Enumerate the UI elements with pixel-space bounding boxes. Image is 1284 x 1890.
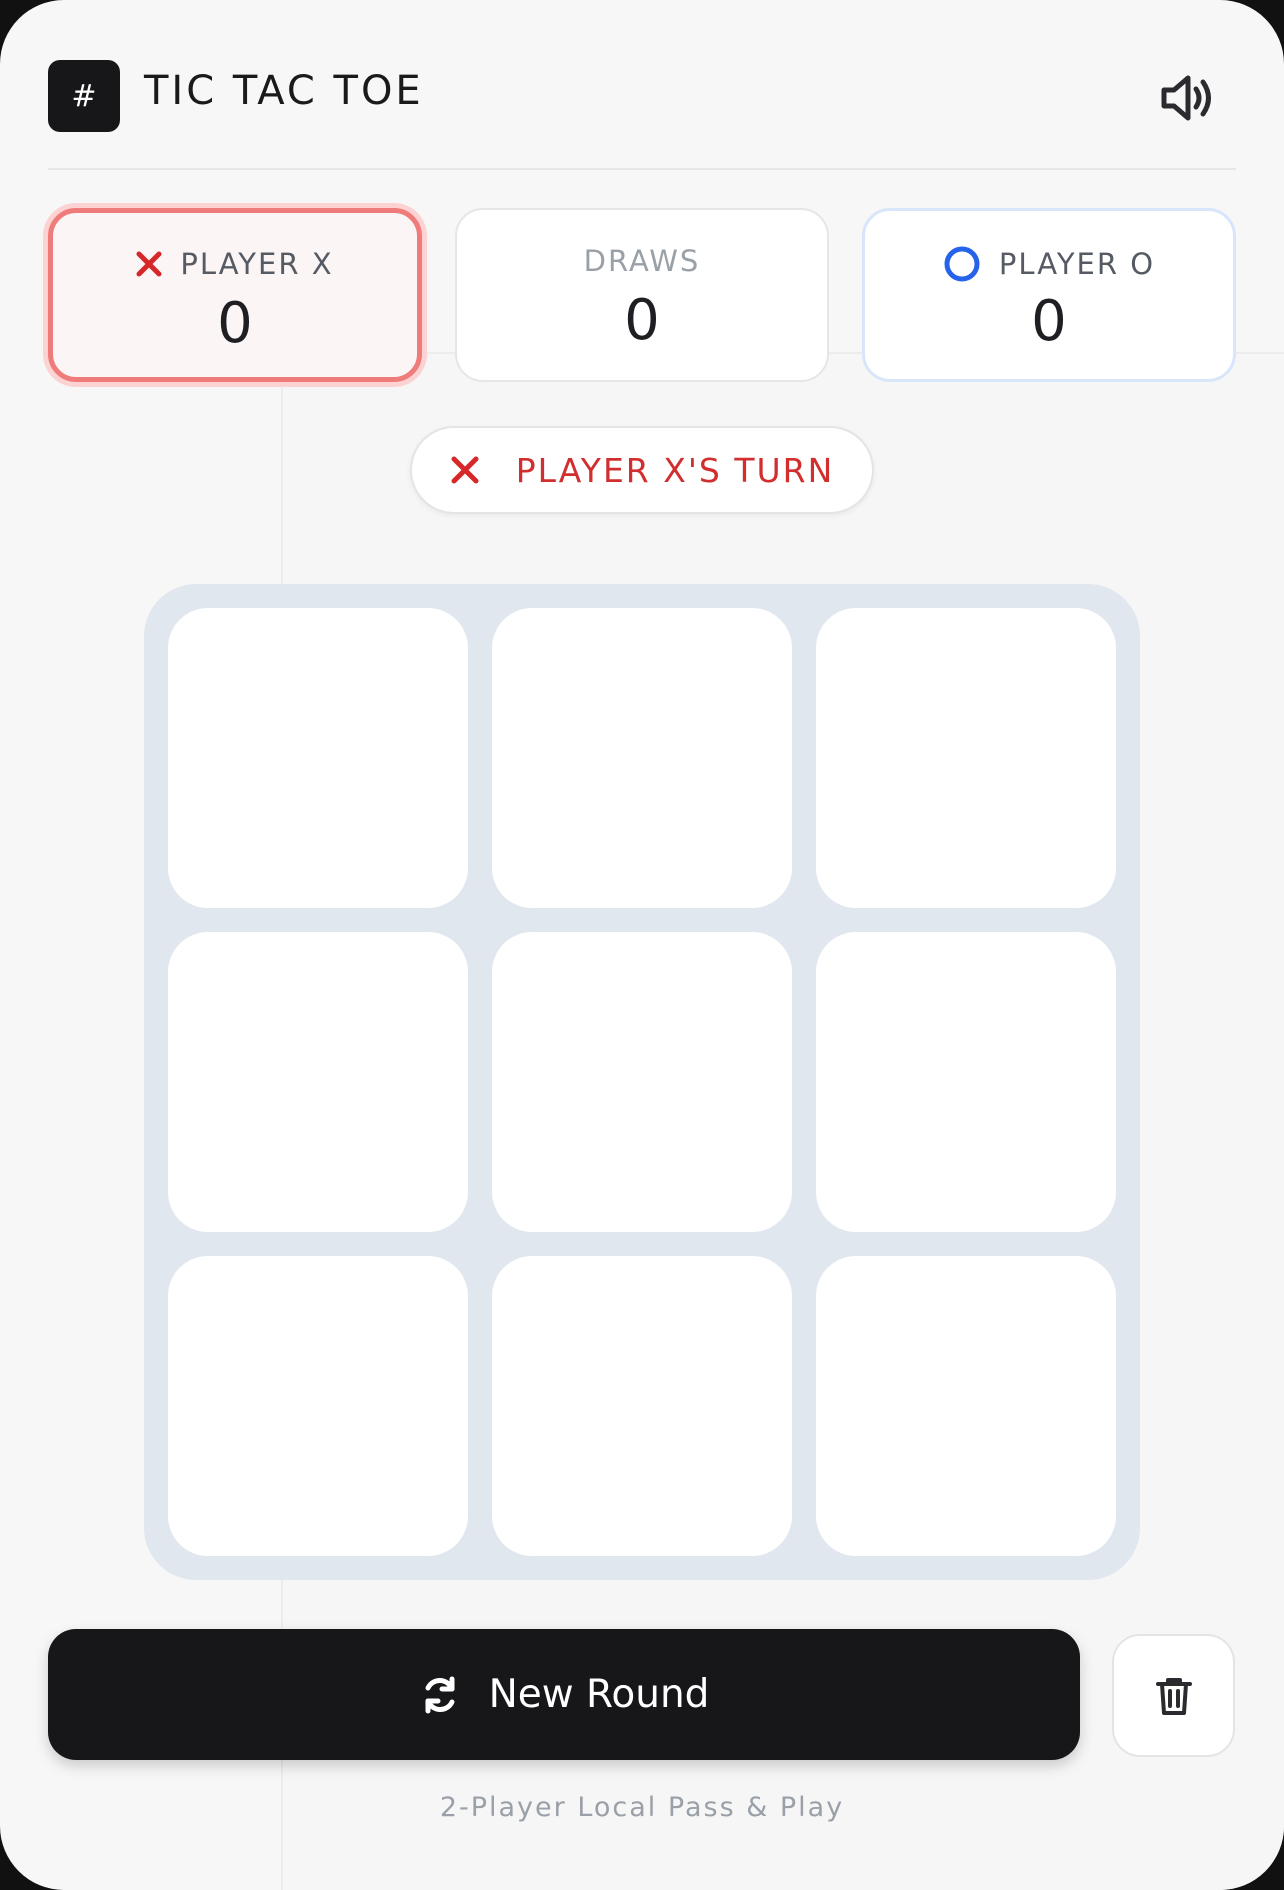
score-label-row: DRAWS xyxy=(457,244,827,278)
o-ring-icon xyxy=(944,246,980,282)
board-cell-4[interactable] xyxy=(168,932,468,1232)
draws-score: 0 xyxy=(624,288,660,353)
scoreboard: PLAYER X 0 DRAWS 0 PLAYER O 0 xyxy=(48,208,1236,384)
app-card: # TIC TAC TOE PLAYER X 0 DRAWS 0 PLAYER … xyxy=(0,0,1284,1890)
x-mark-icon xyxy=(451,456,479,484)
score-label-row: PLAYER O xyxy=(865,245,1233,283)
speaker-volume-icon xyxy=(1161,75,1211,121)
board-cell-7[interactable] xyxy=(168,1256,468,1556)
score-card-player-x: PLAYER X 0 xyxy=(48,208,422,382)
player-x-label: PLAYER X xyxy=(180,247,334,281)
board-cell-5[interactable] xyxy=(492,932,792,1232)
sound-toggle-button[interactable] xyxy=(1154,66,1218,130)
board-cell-3[interactable] xyxy=(816,608,1116,908)
refresh-icon xyxy=(425,1676,455,1713)
score-label-row: PLAYER X xyxy=(53,247,417,281)
board-cell-6[interactable] xyxy=(816,932,1116,1232)
header: # TIC TAC TOE xyxy=(48,60,1236,170)
turn-text: PLAYER X'S TURN xyxy=(515,450,835,490)
player-x-score: 0 xyxy=(217,291,253,356)
player-o-label: PLAYER O xyxy=(998,247,1156,281)
score-card-player-o: PLAYER O 0 xyxy=(862,208,1236,382)
turn-indicator: PLAYER X'S TURN xyxy=(410,426,874,514)
new-round-button[interactable]: New Round xyxy=(48,1629,1080,1760)
logo-glyph: # xyxy=(71,78,97,114)
player-o-score: 0 xyxy=(1031,289,1067,354)
board-cell-2[interactable] xyxy=(492,608,792,908)
app-title: TIC TAC TOE xyxy=(144,68,424,114)
draws-label: DRAWS xyxy=(583,244,701,278)
footer-caption: 2-Player Local Pass & Play xyxy=(439,1792,845,1823)
logo-hash-icon: # xyxy=(48,60,120,132)
trash-icon xyxy=(1155,1677,1192,1715)
new-round-label: New Round xyxy=(488,1672,710,1717)
reset-scores-button[interactable] xyxy=(1112,1634,1235,1757)
board-cell-9[interactable] xyxy=(816,1256,1116,1556)
board-cell-8[interactable] xyxy=(492,1256,792,1556)
game-board xyxy=(144,584,1140,1580)
score-card-draws: DRAWS 0 xyxy=(455,208,829,382)
x-mark-icon xyxy=(136,251,162,277)
board-cell-1[interactable] xyxy=(168,608,468,908)
